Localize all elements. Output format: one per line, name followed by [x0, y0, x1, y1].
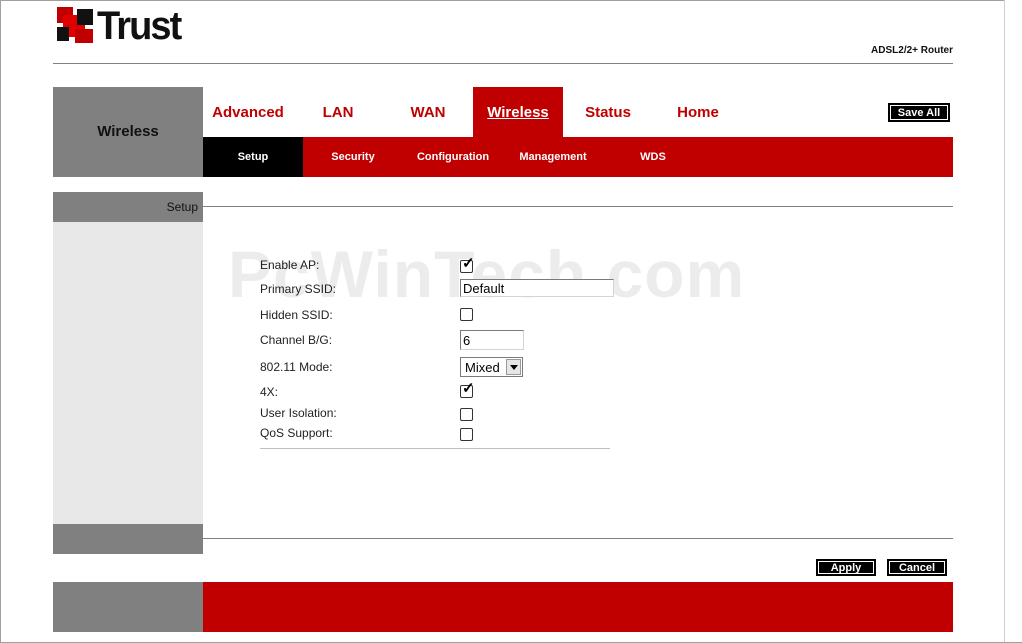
- left-page-label: Setup: [166, 200, 198, 214]
- content-bottom-rule: [203, 538, 953, 539]
- section-box: Wireless: [53, 87, 203, 177]
- save-all-button[interactable]: Save All: [888, 103, 950, 122]
- content-top-rule: [203, 206, 953, 207]
- tab-advanced[interactable]: Advanced: [203, 87, 293, 137]
- brand-name: Trust: [97, 4, 182, 48]
- subtab-setup[interactable]: Setup: [203, 137, 303, 177]
- user-isolation-checkbox[interactable]: [460, 408, 473, 421]
- left-header: Setup: [53, 192, 203, 222]
- subtab-configuration[interactable]: Configuration: [403, 137, 503, 177]
- subtab-management[interactable]: Management: [503, 137, 603, 177]
- cancel-button[interactable]: Cancel: [887, 559, 947, 576]
- left-footer: [53, 524, 203, 554]
- qos-support-checkbox[interactable]: [460, 428, 473, 441]
- tab-lan[interactable]: LAN: [293, 87, 383, 137]
- trust-logo-mark-icon: [57, 7, 95, 45]
- primary-ssid-label: Primary SSID:: [260, 282, 337, 296]
- trust-logo: Trust: [57, 6, 185, 46]
- four-x-label: 4X:: [260, 385, 279, 399]
- form-divider: [260, 448, 610, 449]
- subnav-bar: Setup Security Configuration Management …: [203, 137, 953, 177]
- watermark: PcWinTech.com: [228, 237, 746, 311]
- chevron-down-icon: [510, 365, 518, 370]
- channel-bg-label: Channel B/G:: [260, 333, 333, 347]
- scrollbar-track[interactable]: [1004, 0, 1022, 642]
- hidden-ssid-label: Hidden SSID:: [260, 308, 333, 322]
- enable-ap-checkbox[interactable]: ✓: [460, 256, 475, 273]
- subtab-wds[interactable]: WDS: [603, 137, 703, 177]
- dropdown-button[interactable]: [506, 359, 521, 375]
- mode-label: 802.11 Mode:: [260, 360, 333, 374]
- primary-ssid-input[interactable]: Default: [460, 279, 614, 297]
- mode-select-value: Mixed: [465, 360, 500, 375]
- footer-left: [53, 582, 203, 632]
- qos-support-label: QoS Support:: [260, 426, 333, 440]
- subtab-security[interactable]: Security: [303, 137, 403, 177]
- footer-bar: [203, 582, 953, 632]
- tab-wireless[interactable]: Wireless: [473, 87, 563, 137]
- channel-bg-input[interactable]: 6: [460, 330, 524, 350]
- left-column: [53, 222, 203, 524]
- user-isolation-label: User Isolation:: [260, 406, 337, 420]
- tab-home[interactable]: Home: [653, 87, 743, 137]
- section-title: Wireless: [97, 123, 159, 140]
- product-name: ADSL2/2+ Router: [871, 45, 953, 56]
- four-x-checkbox[interactable]: ✓: [460, 381, 475, 398]
- mode-select[interactable]: Mixed: [460, 357, 523, 377]
- check-icon: ✓: [462, 255, 475, 272]
- hidden-ssid-checkbox[interactable]: [460, 308, 473, 321]
- tab-status[interactable]: Status: [563, 87, 653, 137]
- enable-ap-label: Enable AP:: [260, 258, 320, 272]
- check-icon: ✓: [462, 380, 475, 397]
- tab-wan[interactable]: WAN: [383, 87, 473, 137]
- header-divider: [53, 63, 953, 64]
- apply-button[interactable]: Apply: [816, 559, 876, 576]
